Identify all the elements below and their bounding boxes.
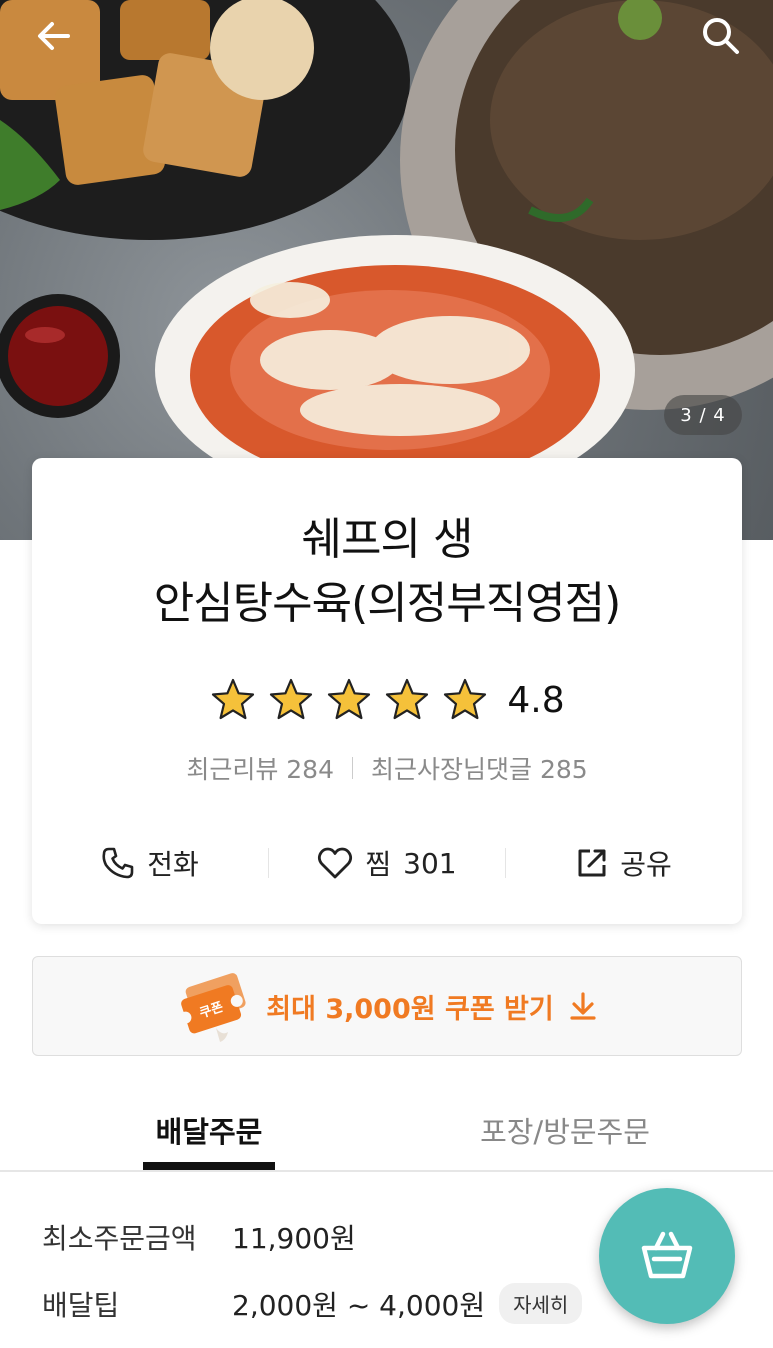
delivery-tip-row: 배달팁 2,000원 ~ 4,000원 자세히 — [42, 1283, 583, 1324]
coupon-icon: 쿠폰 — [179, 973, 246, 1042]
phone-icon — [102, 847, 134, 879]
share-label: 공유 — [620, 848, 672, 881]
recent-reviews-count: 284 — [286, 755, 334, 784]
store-name: 쉐프의 생 안심탕수육(의정부직영점) — [32, 508, 742, 636]
cart-button[interactable] — [599, 1188, 735, 1324]
star-icon — [444, 678, 487, 720]
back-button[interactable] — [26, 8, 82, 64]
owner-replies-count: 285 — [539, 755, 588, 784]
tab-pickup[interactable]: 포장/방문주문 — [470, 1090, 660, 1170]
owner-replies[interactable]: 최근사장님댓글 285 — [371, 750, 588, 786]
delivery-tip-value: 2,000원 ~ 4,000원 — [232, 1288, 486, 1322]
action-row: 전화 찜 301 공유 — [32, 836, 742, 890]
coupon-banner[interactable]: 쿠폰 최대 3,000원 쿠폰 받기 — [32, 956, 742, 1056]
delivery-tip-detail-button[interactable]: 자세히 — [499, 1283, 583, 1324]
star-icon — [386, 678, 429, 720]
tab-delivery[interactable]: 배달주문 — [143, 1090, 275, 1170]
min-order-value: 11,900원 — [232, 1222, 356, 1255]
star-icon — [212, 678, 255, 720]
basket-icon — [641, 1231, 693, 1279]
call-button[interactable]: 전화 — [32, 843, 268, 883]
like-label: 찜 — [365, 848, 392, 881]
min-order-row: 최소주문금액 11,900원 — [42, 1217, 356, 1257]
active-tab-indicator — [143, 1162, 275, 1170]
delivery-tip-label: 배달팁 — [42, 1288, 120, 1322]
recent-reviews[interactable]: 최근리뷰 284 — [186, 750, 334, 786]
search-icon — [703, 18, 739, 54]
share-icon — [578, 849, 606, 877]
rating-value: 4.8 — [507, 679, 565, 721]
call-label: 전화 — [147, 848, 199, 881]
star-icon — [328, 678, 371, 720]
store-info-card: 쉐프의 생 안심탕수육(의정부직영점) 4.8 최근리뷰 284 최근사장님댓글… — [32, 458, 742, 924]
share-button[interactable]: 공유 — [506, 843, 742, 883]
rating-row[interactable]: 4.8 — [32, 676, 742, 724]
divider — [352, 757, 353, 779]
min-order-label: 최소주문금액 — [42, 1222, 197, 1255]
download-arrow-icon — [570, 992, 596, 1020]
back-arrow-icon — [38, 22, 70, 50]
store-name-line-2: 안심탕수육(의정부직영점) — [153, 578, 622, 629]
search-button[interactable] — [693, 8, 749, 64]
star-icon — [270, 678, 313, 720]
owner-replies-label: 최근사장님댓글 — [371, 755, 533, 784]
store-name-line-1: 쉐프의 생 — [301, 514, 474, 565]
review-stats[interactable]: 최근리뷰 284 최근사장님댓글 285 — [32, 750, 742, 786]
heart-icon — [318, 847, 353, 879]
coupon-text: 최대 3,000원 쿠폰 받기 — [266, 993, 554, 1025]
order-type-tabs: 배달주문 포장/방문주문 — [0, 1090, 773, 1172]
recent-reviews-label: 최근리뷰 — [186, 755, 279, 784]
like-button[interactable]: 찜 301 — [269, 843, 505, 883]
image-counter: 3 / 4 — [664, 395, 742, 435]
like-count: 301 — [403, 846, 457, 880]
